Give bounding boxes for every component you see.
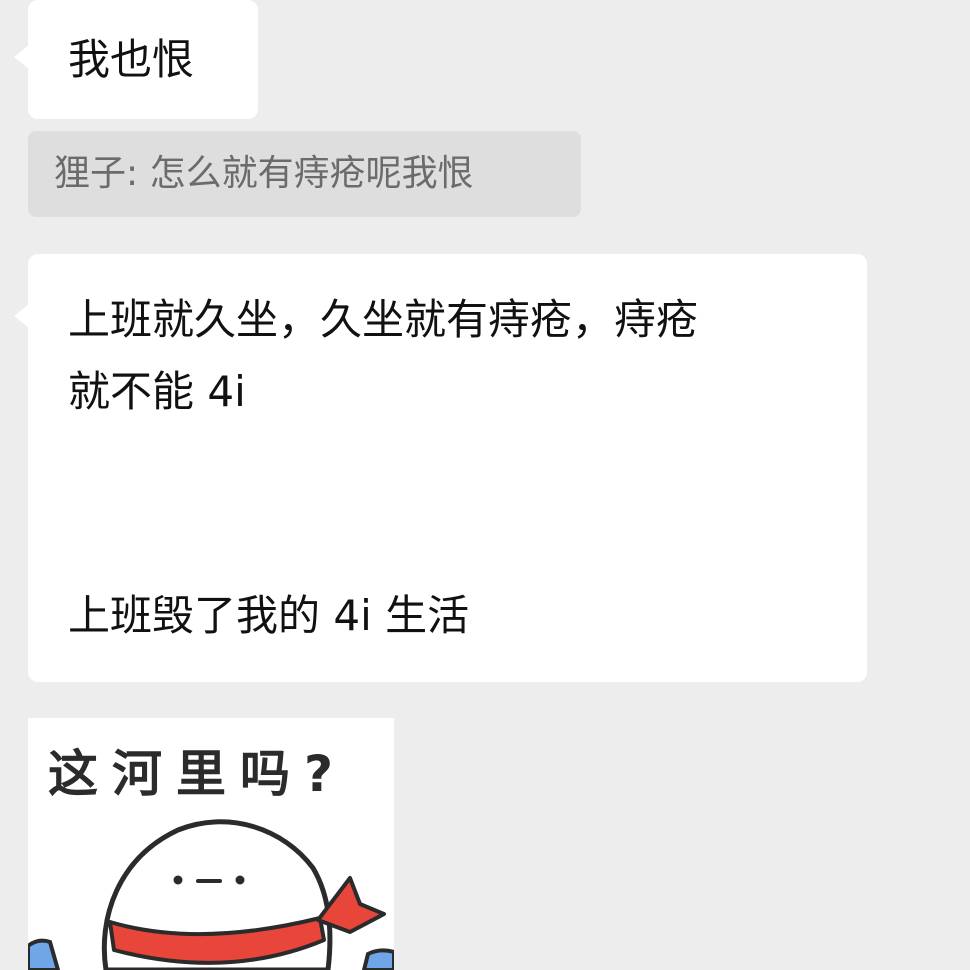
- sticker-caption: 这河里吗?: [48, 745, 348, 803]
- message-text-line: 上班毁了我的 4i 生活: [68, 591, 470, 640]
- quoted-message-text: 狸子: 怎么就有痔疮呢我恨: [54, 153, 474, 194]
- message-text-line: 就不能 4i: [68, 367, 246, 416]
- sticker-message[interactable]: 这河里吗?: [28, 718, 394, 970]
- message-text-line: 上班就久坐，久坐就有痔疮，痔疮: [68, 295, 699, 344]
- message-bubble-incoming[interactable]: 我也恨: [14, 0, 258, 119]
- quoted-message[interactable]: 狸子: 怎么就有痔疮呢我恨: [28, 131, 581, 217]
- bubble-tail: [14, 304, 29, 328]
- message-text: 我也恨: [68, 35, 195, 84]
- bubble-tail: [14, 45, 29, 69]
- chat-view: 我也恨 狸子: 怎么就有痔疮呢我恨 上班就久坐，久坐就有痔疮，痔疮 就不能 4i…: [0, 0, 970, 970]
- message-bubble-incoming[interactable]: 上班就久坐，久坐就有痔疮，痔疮 就不能 4i 上班毁了我的 4i 生活: [14, 254, 867, 682]
